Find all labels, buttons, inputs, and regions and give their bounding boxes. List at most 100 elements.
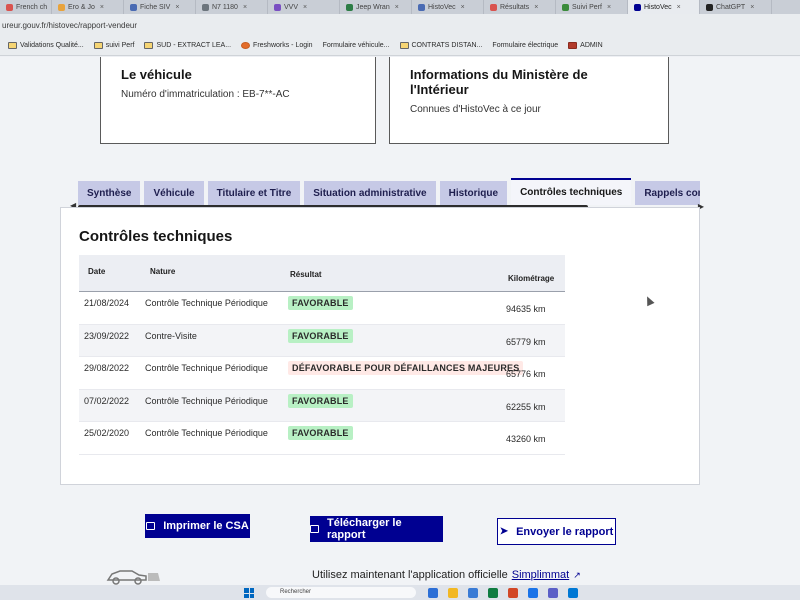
- folder-icon: [144, 42, 154, 49]
- inspection-nature: Contre-Visite: [145, 330, 197, 341]
- browser-tab-strip: French ch×Ero & Jo×Fiche SIV×N7 1180×VVV…: [0, 0, 800, 14]
- close-tab-icon[interactable]: ×: [303, 4, 307, 11]
- tab-favicon-icon: [130, 3, 137, 11]
- inspection-nature: Contrôle Technique Périodique: [145, 298, 268, 308]
- column-header-mileage: Kilométrage: [508, 274, 555, 283]
- bookmark-item[interactable]: suivi Perf: [93, 42, 134, 49]
- taskbar-search-placeholder: Rechercher: [280, 589, 312, 595]
- report-tab[interactable]: Contrôles techniques: [511, 178, 632, 205]
- chrome-icon[interactable]: [528, 588, 538, 598]
- inspection-mileage: 94635 km: [506, 304, 546, 314]
- bookmark-item[interactable]: Formulaire véhicule...: [0, 42, 800, 600]
- browser-tab-label: HistoVec: [644, 3, 672, 11]
- column-header-result: Résultat: [290, 270, 322, 279]
- browser-tab[interactable]: HistoVec ×: [412, 0, 484, 14]
- report-tabs: Synthèse Véhicule Titulaire et Titre Situat…: [78, 175, 700, 205]
- close-tab-icon[interactable]: ×: [677, 4, 681, 11]
- excel-icon[interactable]: [488, 588, 498, 598]
- bookmark-label: CONTRATS DISTAN...: [411, 42, 483, 49]
- car-illustration-icon: [106, 570, 160, 585]
- status-badge: DÉFAVORABLE POUR DÉFAILLANCES MAJEURES: [288, 361, 524, 375]
- inspection-date: 07/02/2022: [84, 395, 130, 406]
- folder-icon: [8, 42, 17, 49]
- ministry-card-subtitle: Connues d'HistoVec à ce jour: [410, 104, 541, 115]
- tab-favicon-icon: [346, 3, 353, 11]
- taskbar-search[interactable]: Rechercher: [266, 587, 416, 598]
- report-tab[interactable]: Synthèse: [78, 181, 141, 205]
- bookmark-item[interactable]: Validations Qualité...: [8, 42, 84, 49]
- send-icon: ➤: [499, 526, 509, 537]
- browser-tab-label: VVV: [284, 3, 299, 11]
- column-header-nature: Nature: [150, 267, 176, 276]
- red-icon: [568, 42, 578, 49]
- close-tab-icon[interactable]: ×: [750, 4, 754, 11]
- url-text[interactable]: ureur.gouv.fr/histovec/rapport-vendeur: [2, 21, 137, 30]
- folder-icon: [399, 42, 409, 49]
- inspection-mileage: 65776 km: [506, 369, 546, 379]
- table-row: 21/08/2024 Contrôle Technique Périodique F…: [79, 292, 565, 325]
- browser-tab-label: ChatGPT: [716, 3, 746, 11]
- folder-icon[interactable]: [448, 588, 458, 598]
- close-tab-icon[interactable]: ×: [395, 4, 399, 11]
- folder-icon: [93, 42, 103, 49]
- address-bar[interactable]: ureur.gouv.fr/histovec/rapport-vendeur: [0, 14, 800, 36]
- bookmark-item[interactable]: Formulaire électrique: [0, 42, 800, 600]
- browser-tab[interactable]: French ch×: [0, 0, 52, 14]
- browser-tab[interactable]: VVV ×: [268, 0, 340, 14]
- vehicle-card: Le véhicule Numéro d'immatriculation : E…: [100, 57, 376, 144]
- app-promo: Utilisez maintenant l'application offici…: [312, 569, 581, 581]
- tab-favicon-icon: [58, 3, 65, 11]
- browser-tab[interactable]: Suivi Perf ×: [556, 0, 628, 14]
- close-tab-icon[interactable]: ×: [607, 4, 611, 11]
- browser-tab[interactable]: Résultats ×: [484, 0, 556, 14]
- browser-tab[interactable]: HistoVec ×: [628, 0, 700, 14]
- browser-tab-label: Résultats: [500, 3, 530, 11]
- report-tab[interactable]: Historique: [439, 181, 508, 205]
- print-csa-button[interactable]: Imprimer le CSA: [145, 514, 250, 538]
- bookmark-item[interactable]: SUD - EXTRACT LEA...: [144, 42, 231, 49]
- download-report-button[interactable]: Télécharger le rapport: [310, 516, 443, 542]
- inspection-nature: Contrôle Technique Périodique: [145, 428, 268, 438]
- inspection-date: 29/08/2022: [84, 363, 130, 373]
- report-tab[interactable]: Situation administrative: [304, 181, 436, 205]
- send-report-button[interactable]: ➤ Envoyer le rapport: [497, 518, 616, 545]
- report-tab[interactable]: Titulaire et Titre: [207, 181, 301, 205]
- technical-inspections-panel: Contrôles techniques Date Nature Résulta…: [60, 207, 700, 485]
- table-header: Date Nature Résultat Kilométrage: [79, 255, 565, 292]
- bookmark-label: SUD - EXTRACT LEA...: [156, 42, 232, 49]
- bookmark-item[interactable]: ADMIN: [568, 42, 603, 49]
- tab-favicon-icon: [274, 3, 281, 11]
- browser-tab[interactable]: ChatGPT ×: [700, 0, 772, 14]
- bookmark-label: Validations Qualité...: [20, 42, 84, 49]
- table-row: 25/02/2020 Contrôle Technique Périodique F…: [79, 422, 565, 455]
- report-tab[interactable]: Rappels constru: [635, 181, 700, 205]
- report-tab[interactable]: Véhicule: [144, 181, 204, 205]
- close-tab-icon[interactable]: ×: [461, 4, 465, 11]
- browser-tab[interactable]: Jeep Wran ×: [340, 0, 412, 14]
- taskbar-app-icon[interactable]: [508, 588, 518, 598]
- browser-tab-label: Jeep Wran: [356, 3, 390, 11]
- taskbar: Rechercher: [0, 585, 800, 600]
- browser-tab[interactable]: N7 1180 ×: [196, 0, 268, 14]
- table-row: 07/02/2022 Contrôle Technique Périodique F…: [79, 389, 565, 422]
- windows-start-icon[interactable]: [244, 588, 254, 598]
- close-tab-icon[interactable]: ×: [175, 4, 179, 11]
- taskbar-app-icon[interactable]: [428, 588, 438, 598]
- tab-favicon-icon: [418, 3, 425, 11]
- close-tab-icon[interactable]: ×: [243, 4, 247, 11]
- section-title: Contrôles techniques: [79, 228, 233, 245]
- close-tab-icon[interactable]: ×: [100, 4, 104, 11]
- teams-icon[interactable]: [548, 588, 558, 598]
- outlook-icon[interactable]: [568, 588, 578, 598]
- status-badge: FAVORABLE: [288, 393, 353, 408]
- close-tab-icon[interactable]: ×: [534, 4, 538, 11]
- browser-tab[interactable]: Ero & Jo ×: [52, 0, 124, 14]
- bookmark-item[interactable]: CONTRATS DISTAN...: [399, 42, 483, 49]
- simplimmat-link[interactable]: Simplimmat: [512, 569, 569, 581]
- bookmark-item[interactable]: Freshworks - Login: [241, 42, 313, 49]
- download-report-label: Télécharger le rapport: [326, 517, 402, 541]
- printer-icon: [310, 525, 319, 533]
- inspection-nature: Contrôle Technique Périodique: [145, 395, 268, 406]
- browser-tab[interactable]: Fiche SIV ×: [124, 0, 196, 14]
- taskbar-app-icon[interactable]: [468, 588, 478, 598]
